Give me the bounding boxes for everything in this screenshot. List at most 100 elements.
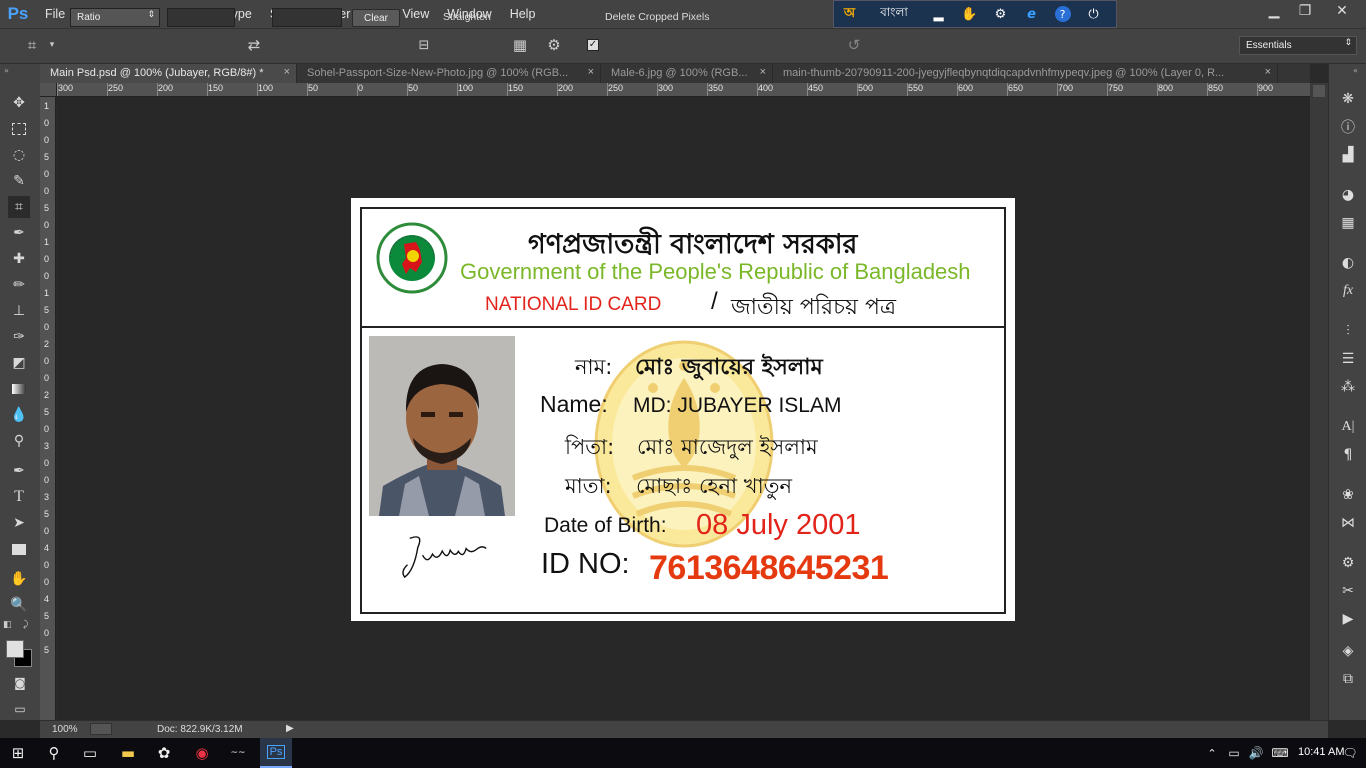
3d-icon[interactable]: ❀ bbox=[1337, 484, 1359, 506]
default-colors-icon[interactable]: ◧ bbox=[3, 620, 12, 630]
character-icon[interactable]: A| bbox=[1337, 416, 1359, 438]
screen-mode-icon[interactable]: ▭ bbox=[9, 698, 31, 720]
quick-selection-tool-icon[interactable]: ✎ bbox=[8, 170, 30, 192]
timeline-icon[interactable]: ⋈ bbox=[1337, 512, 1359, 534]
move-tool-icon[interactable]: ✥ bbox=[8, 92, 30, 114]
ruler-origin[interactable] bbox=[40, 83, 57, 97]
info-icon[interactable]: ⓘ bbox=[1337, 116, 1359, 138]
vertical-scrollbar[interactable] bbox=[1310, 83, 1328, 720]
brush-presets-icon[interactable]: ⫶ bbox=[1337, 320, 1359, 342]
close-tab-icon[interactable]: × bbox=[1265, 66, 1271, 78]
healing-brush-tool-icon[interactable]: ✚ bbox=[8, 248, 30, 270]
styles-fx-icon[interactable]: fx bbox=[1337, 280, 1359, 302]
lasso-tool-icon[interactable]: ◌ bbox=[8, 144, 30, 166]
photoshop-taskbar-icon[interactable]: Ps bbox=[260, 738, 292, 768]
close-button[interactable]: ✕ bbox=[1322, 0, 1362, 22]
rectangle-tool-icon[interactable] bbox=[8, 538, 30, 560]
scroll-up-arrow[interactable] bbox=[1313, 85, 1325, 97]
document-tab[interactable]: Main Psd.psd @ 100% (Jubayer, RGB/8#) * × bbox=[40, 64, 297, 83]
bengali-letter-icon[interactable]: অ bbox=[834, 1, 865, 27]
horizontal-ruler[interactable]: 300 250 200 150 100 50 0 50 100 150 200 250 300 350 40… bbox=[57, 83, 1310, 97]
restore-button[interactable]: ❐ bbox=[1288, 0, 1322, 22]
gradient-tool-icon[interactable] bbox=[8, 378, 30, 400]
swap-icon[interactable]: ⇄ bbox=[244, 36, 264, 54]
straighten-label[interactable]: Straighten bbox=[443, 11, 491, 23]
blur-tool-icon[interactable]: 💧 bbox=[8, 404, 30, 426]
document-tab[interactable]: Male-6.jpg @ 100% (RGB... × bbox=[601, 64, 773, 83]
language-icon[interactable]: ⌨ bbox=[1264, 738, 1296, 768]
paragraph-icon[interactable]: ¶ bbox=[1337, 444, 1359, 466]
crop-tool-icon[interactable]: ⌗ bbox=[8, 196, 30, 218]
clone-source-icon[interactable]: ⁂ bbox=[1337, 376, 1359, 398]
app-icon[interactable]: ✿ bbox=[148, 738, 180, 768]
actions-icon[interactable]: ▶ bbox=[1337, 608, 1359, 630]
status-preview-icon[interactable] bbox=[90, 723, 112, 735]
crop-ratio-select[interactable]: Ratio ⇕ bbox=[70, 8, 160, 27]
ie-icon[interactable]: e bbox=[1016, 1, 1047, 27]
app-signature-icon[interactable]: ~~ bbox=[222, 738, 254, 768]
zoom-tool-icon[interactable]: 🔍 bbox=[8, 594, 30, 616]
status-menu-arrow-icon[interactable]: ▶ bbox=[286, 723, 294, 734]
close-tab-icon[interactable]: × bbox=[588, 66, 594, 78]
foreground-color-swatch[interactable] bbox=[6, 640, 24, 658]
eraser-tool-icon[interactable]: ◩ bbox=[8, 352, 30, 374]
close-tab-icon[interactable]: × bbox=[284, 66, 290, 78]
crop-height-input[interactable] bbox=[272, 8, 342, 27]
task-view-icon[interactable]: ▭ bbox=[74, 738, 106, 768]
straighten-icon[interactable]: ⊟ bbox=[414, 36, 434, 54]
zoom-level[interactable]: 100% bbox=[52, 724, 78, 735]
path-selection-tool-icon[interactable]: ➤ bbox=[8, 512, 30, 534]
brush-tool-icon[interactable]: ✏ bbox=[8, 274, 30, 296]
color-icon[interactable]: ◕ bbox=[1337, 184, 1359, 206]
reset-icon[interactable]: ↺ bbox=[843, 35, 865, 55]
vertical-ruler[interactable]: 1 0 0 5 0 0 5 0 1 0 0 1 5 0 2 0 0 2 5 0 3 0 0 3 5 0 4 0 0 4 5 0 5 bbox=[40, 97, 56, 720]
document-tab[interactable]: Sohel-Passport-Size-New-Photo.jpg @ 100%… bbox=[297, 64, 601, 83]
grid-overlay-icon[interactable]: ▦ bbox=[510, 36, 530, 54]
menu-view[interactable]: View bbox=[393, 7, 438, 21]
eyedropper-tool-icon[interactable]: ✒ bbox=[8, 222, 30, 244]
chrome-icon[interactable]: ◉ bbox=[186, 738, 218, 768]
power-icon[interactable]: ⏻ bbox=[1078, 1, 1109, 27]
brush-settings-icon[interactable]: ☰ bbox=[1337, 348, 1359, 370]
collapse-icon[interactable]: » bbox=[4, 66, 9, 75]
histogram-icon[interactable]: ▟ bbox=[1337, 144, 1359, 166]
navigator-icon[interactable]: ❋ bbox=[1337, 88, 1359, 110]
keyboard-icon[interactable]: ▂ bbox=[923, 1, 954, 27]
channels-icon[interactable]: ⧉ bbox=[1337, 668, 1359, 690]
swatches-icon[interactable]: ▦ bbox=[1337, 212, 1359, 234]
hand-icon[interactable]: ✋ bbox=[954, 1, 985, 27]
adjustments-icon[interactable]: ◐ bbox=[1337, 252, 1359, 274]
swap-colors-icon[interactable]: ⤸ bbox=[23, 620, 28, 630]
crop-width-input[interactable] bbox=[167, 8, 235, 27]
clone-stamp-tool-icon[interactable]: ⊥ bbox=[8, 300, 30, 322]
menu-help[interactable]: Help bbox=[501, 7, 545, 21]
crop-tool-icon[interactable]: ⌗ bbox=[21, 35, 43, 55]
document-tab[interactable]: main-thumb-20790911-200-jyegyjfleqbynqtd… bbox=[773, 64, 1278, 83]
help-icon[interactable]: ? bbox=[1047, 1, 1078, 27]
expand-panels-icon[interactable]: « bbox=[1353, 66, 1358, 75]
tools-icon[interactable]: ✂ bbox=[1337, 580, 1359, 602]
menu-file[interactable]: File bbox=[36, 7, 74, 21]
marquee-tool-icon[interactable] bbox=[8, 118, 30, 140]
file-explorer-icon[interactable]: ▬ bbox=[112, 738, 144, 768]
close-tab-icon[interactable]: × bbox=[760, 66, 766, 78]
crop-settings-gear-icon[interactable]: ⚙ bbox=[544, 36, 564, 54]
notification-icon[interactable]: 🗨 bbox=[1334, 738, 1366, 768]
delete-cropped-checkbox[interactable]: ✓ bbox=[587, 39, 599, 51]
quick-mask-icon[interactable]: ◙ bbox=[9, 672, 31, 694]
history-brush-tool-icon[interactable]: ✑ bbox=[8, 326, 30, 348]
gear-icon[interactable]: ⚙ bbox=[985, 1, 1016, 27]
hand-tool-icon[interactable]: ✋ bbox=[8, 568, 30, 590]
windows-start-icon[interactable]: ⊞ bbox=[2, 738, 34, 768]
language-selector[interactable]: বাংলা bbox=[865, 1, 923, 27]
layers-icon[interactable]: ◈ bbox=[1337, 640, 1359, 662]
pen-tool-icon[interactable]: ✒ bbox=[8, 460, 30, 482]
clear-button[interactable]: Clear bbox=[352, 9, 400, 27]
workspace-select[interactable]: Essentials ⇕ bbox=[1239, 36, 1357, 55]
properties-icon[interactable]: ⚙ bbox=[1337, 552, 1359, 574]
chevron-down-icon[interactable]: ▾ bbox=[47, 37, 57, 53]
dodge-tool-icon[interactable]: ⚲ bbox=[8, 430, 30, 452]
search-icon[interactable]: ⚲ bbox=[38, 738, 70, 768]
minimize-button[interactable]: ▁ bbox=[1257, 0, 1291, 22]
delete-cropped-label[interactable]: Delete Cropped Pixels bbox=[605, 11, 709, 23]
